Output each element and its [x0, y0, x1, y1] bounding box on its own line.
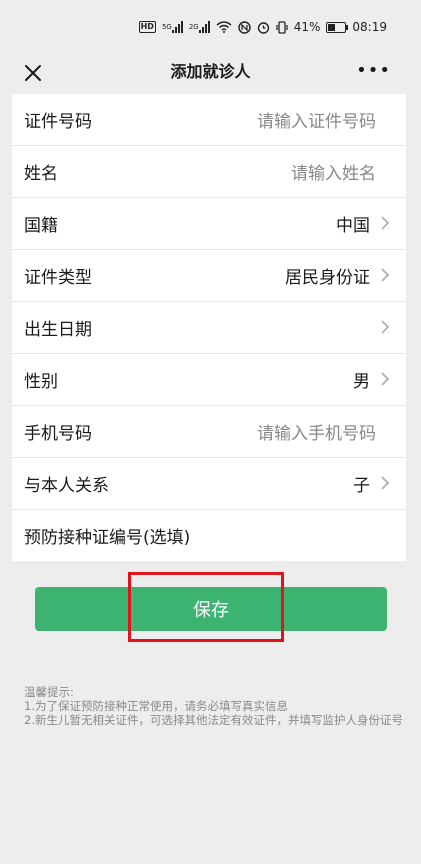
- gender-row[interactable]: 性别 男: [12, 354, 406, 406]
- nationality-value: 中国: [336, 216, 370, 236]
- phone-input[interactable]: 请输入手机号码: [257, 419, 376, 444]
- chevron-right-icon: [381, 268, 390, 282]
- name-row[interactable]: 姓名 请输入姓名: [12, 146, 406, 198]
- signal-5g-icon: 5G: [162, 21, 183, 33]
- more-options-icon[interactable]: •••: [356, 62, 391, 80]
- clock-time: 08:19: [352, 20, 387, 34]
- id-number-label: 证件号码: [24, 112, 92, 132]
- patient-form: 证件号码 请输入证件号码 姓名 请输入姓名 国籍 中国 证件类型 居民身份证 出…: [12, 94, 406, 561]
- phone-row[interactable]: 手机号码 请输入手机号码: [12, 406, 406, 458]
- gender-label: 性别: [24, 372, 58, 392]
- tips-line-1: 1.为了保证预防接种正常使用，请务必填写真实信息: [24, 699, 288, 713]
- tips-section: 温馨提示: 1.为了保证预防接种正常使用，请务必填写真实信息 2.新生儿暂无相关…: [24, 685, 404, 727]
- id-type-row[interactable]: 证件类型 居民身份证: [12, 250, 406, 302]
- birth-date-label: 出生日期: [24, 320, 92, 340]
- chevron-right-icon: [381, 320, 390, 334]
- nav-bar: 添加就诊人 •••: [0, 58, 421, 94]
- battery-icon: [326, 21, 349, 33]
- nationality-row[interactable]: 国籍 中国: [12, 198, 406, 250]
- network-2g-label: 2G: [188, 23, 199, 31]
- relationship-row[interactable]: 与本人关系 子: [12, 458, 406, 510]
- name-label: 姓名: [24, 164, 58, 184]
- chevron-right-icon: [381, 476, 390, 490]
- id-type-value: 居民身份证: [285, 268, 370, 288]
- birth-date-row[interactable]: 出生日期: [12, 302, 406, 354]
- id-type-label: 证件类型: [24, 268, 92, 288]
- name-input[interactable]: 请输入姓名: [291, 159, 376, 184]
- relationship-label: 与本人关系: [24, 476, 109, 496]
- nfc-icon: [238, 20, 251, 34]
- chevron-right-icon: [381, 216, 390, 230]
- vaccination-cert-row[interactable]: 预防接种证编号(选填): [12, 510, 406, 561]
- nationality-label: 国籍: [24, 216, 58, 236]
- status-bar: HD 5G 2G 41% 08:19: [0, 0, 421, 58]
- alarm-icon: [257, 21, 270, 34]
- signal-2g-icon: 2G: [189, 21, 210, 33]
- phone-label: 手机号码: [24, 424, 92, 444]
- hd-icon: HD: [138, 21, 156, 33]
- battery-percent: 41%: [293, 20, 321, 34]
- vaccination-cert-label: 预防接种证编号(选填): [24, 528, 191, 548]
- tips-title: 温馨提示:: [24, 685, 74, 699]
- relationship-value: 子: [353, 476, 370, 496]
- vibrate-icon: [276, 20, 288, 34]
- id-number-row[interactable]: 证件号码 请输入证件号码: [12, 94, 406, 146]
- id-number-input[interactable]: 请输入证件号码: [257, 107, 376, 132]
- wifi-icon: [216, 21, 232, 33]
- gender-value: 男: [353, 372, 370, 392]
- tips-line-2: 2.新生儿暂无相关证件，可选择其他法定有效证件，并填写监护人身份证号: [24, 713, 403, 727]
- network-5g-label: 5G: [161, 23, 172, 31]
- highlight-annotation-box: [128, 572, 284, 642]
- chevron-right-icon: [381, 372, 390, 386]
- status-icons: HD 5G 2G 41% 08:19: [138, 20, 387, 34]
